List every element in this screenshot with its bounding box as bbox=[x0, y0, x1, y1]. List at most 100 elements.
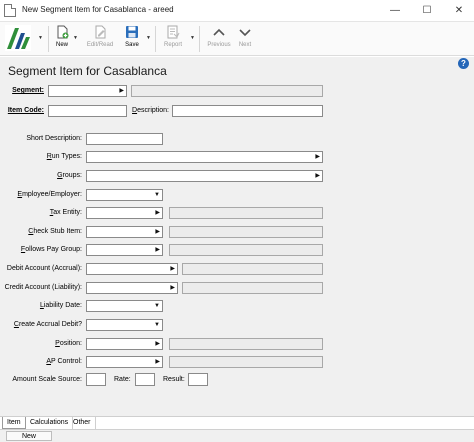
page-title: Segment Item for Casablanca bbox=[8, 64, 167, 78]
ap-control-label: AP Control: bbox=[46, 358, 82, 365]
result-input[interactable] bbox=[188, 373, 208, 386]
maximize-button[interactable]: ☐ bbox=[411, 0, 443, 22]
credit-account-select[interactable]: ▶ bbox=[86, 282, 178, 294]
toolbar: ▼ New ▼ Edit/Read Save ▼ Report ▼ Previo… bbox=[0, 22, 474, 56]
chevron-right-icon: ▶ bbox=[170, 266, 175, 272]
edit-document-icon bbox=[95, 25, 106, 39]
position-label: Position: bbox=[55, 340, 82, 347]
description-label: Description: bbox=[132, 107, 169, 114]
form-area: Segment Item for Casablanca ? Segment: ▶… bbox=[0, 57, 474, 416]
item-code-label: Item Code: bbox=[7, 107, 44, 114]
chevron-down-icon: ▼ bbox=[154, 322, 160, 328]
short-description-label: Short Description: bbox=[26, 135, 82, 142]
logo-dropdown-arrow[interactable]: ▼ bbox=[38, 35, 43, 41]
status-mode: New bbox=[6, 431, 52, 441]
report-button[interactable]: Report bbox=[161, 25, 185, 53]
amount-scale-source-input[interactable] bbox=[86, 373, 106, 386]
edit-read-button[interactable]: Edit/Read bbox=[84, 25, 116, 53]
report-icon bbox=[167, 25, 180, 39]
tab-item[interactable]: Item bbox=[2, 417, 26, 429]
help-icon[interactable]: ? bbox=[458, 58, 469, 69]
new-button-label: New bbox=[55, 42, 68, 48]
liability-date-dropdown[interactable]: ▼ bbox=[86, 300, 163, 312]
title-bar: New Segment Item for Casablanca - areed … bbox=[0, 0, 474, 22]
segment-label: Segment: bbox=[12, 87, 44, 94]
chevron-right-icon: ▶ bbox=[315, 173, 320, 179]
liability-date-label: Liability Date: bbox=[39, 302, 82, 309]
run-types-label: Run Types: bbox=[46, 153, 82, 160]
toolbar-separator bbox=[199, 26, 200, 52]
check-stub-item-select[interactable]: ▶ bbox=[86, 226, 163, 238]
chevron-down-icon: ▼ bbox=[154, 303, 160, 309]
toolbar-separator bbox=[155, 26, 156, 52]
debit-account-select[interactable]: ▶ bbox=[86, 263, 178, 275]
document-icon bbox=[4, 4, 16, 17]
follows-pay-group-select[interactable]: ▶ bbox=[86, 244, 163, 256]
result-label: Result: bbox=[163, 376, 185, 383]
next-button-label: Next bbox=[238, 42, 252, 48]
follows-pay-group-label: Follows Pay Group: bbox=[20, 246, 82, 253]
ap-control-select[interactable]: ▶ bbox=[86, 356, 163, 368]
segment-select[interactable]: ▶ bbox=[48, 85, 127, 97]
next-button[interactable]: Next bbox=[235, 25, 255, 53]
window-title: New Segment Item for Casablanca - areed bbox=[22, 5, 174, 14]
new-document-icon bbox=[57, 25, 69, 39]
chevron-right-icon: ▶ bbox=[315, 154, 320, 160]
chevron-right-icon: ▶ bbox=[155, 229, 160, 235]
segment-name-display bbox=[131, 85, 323, 97]
rate-label: Rate: bbox=[114, 376, 131, 383]
tax-entity-label: Tax Entity: bbox=[49, 209, 82, 216]
employee-employer-dropdown[interactable]: ▼ bbox=[86, 189, 163, 201]
toolbar-separator bbox=[48, 26, 49, 52]
save-icon bbox=[126, 26, 138, 38]
new-dropdown-arrow[interactable]: ▼ bbox=[73, 35, 78, 41]
status-bar: New bbox=[0, 429, 474, 442]
debit-account-name-display bbox=[182, 263, 323, 275]
position-name-display bbox=[169, 338, 323, 350]
save-dropdown-arrow[interactable]: ▼ bbox=[146, 35, 151, 41]
follows-pay-group-name-display bbox=[169, 244, 323, 256]
app-logo-button[interactable] bbox=[4, 25, 32, 53]
credit-account-label: Credit Account (Liability): bbox=[4, 284, 82, 291]
tab-strip: Item Calculations Other bbox=[0, 416, 474, 429]
description-input[interactable] bbox=[172, 105, 323, 117]
minimize-button[interactable]: — bbox=[379, 0, 411, 22]
new-button[interactable]: New bbox=[52, 25, 72, 53]
run-types-select[interactable]: ▶ bbox=[86, 151, 323, 163]
employee-employer-label: Employee/Employer: bbox=[17, 191, 82, 198]
previous-button-label: Previous bbox=[207, 42, 231, 48]
position-select[interactable]: ▶ bbox=[86, 338, 163, 350]
check-stub-item-label: Check Stub Item: bbox=[28, 228, 82, 235]
ap-control-name-display bbox=[169, 356, 323, 368]
chevron-right-icon: ▶ bbox=[155, 210, 160, 216]
debit-account-label: Debit Account (Accrual): bbox=[6, 265, 82, 272]
chevron-down-icon bbox=[239, 29, 251, 37]
create-accrual-debit-dropdown[interactable]: ▼ bbox=[86, 319, 163, 331]
app-logo-icon bbox=[5, 25, 31, 51]
rate-input[interactable] bbox=[135, 373, 155, 386]
tax-entity-name-display bbox=[169, 207, 323, 219]
credit-account-name-display bbox=[182, 282, 323, 294]
short-description-input[interactable] bbox=[86, 133, 163, 145]
chevron-right-icon: ▶ bbox=[155, 341, 160, 347]
edit-read-label: Edit/Read bbox=[86, 42, 114, 48]
amount-scale-source-label: Amount Scale Source: bbox=[12, 376, 82, 383]
groups-select[interactable]: ▶ bbox=[86, 170, 323, 182]
tab-calculations[interactable]: Calculations bbox=[26, 417, 74, 429]
check-stub-item-name-display bbox=[169, 226, 323, 238]
chevron-right-icon: ▶ bbox=[155, 359, 160, 365]
previous-button[interactable]: Previous bbox=[204, 25, 234, 53]
tax-entity-select[interactable]: ▶ bbox=[86, 207, 163, 219]
report-button-label: Report bbox=[163, 42, 182, 48]
item-code-input[interactable] bbox=[48, 105, 127, 117]
close-button[interactable]: ✕ bbox=[443, 0, 474, 22]
report-dropdown-arrow[interactable]: ▼ bbox=[190, 35, 195, 41]
chevron-right-icon: ▶ bbox=[155, 247, 160, 253]
save-button[interactable]: Save bbox=[122, 25, 142, 53]
create-accrual-debit-label: Create Accrual Debit? bbox=[13, 321, 82, 328]
tab-other[interactable]: Other bbox=[69, 417, 96, 429]
chevron-up-icon bbox=[213, 28, 225, 36]
chevron-right-icon: ▶ bbox=[119, 88, 124, 94]
save-button-label: Save bbox=[125, 42, 139, 48]
groups-label: Groups: bbox=[57, 172, 82, 179]
